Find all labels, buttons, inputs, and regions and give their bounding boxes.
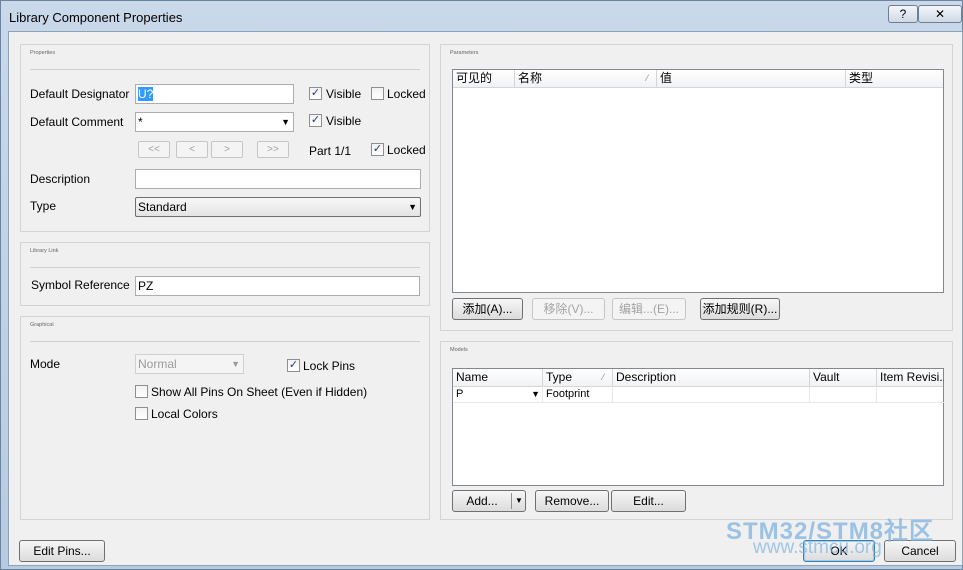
description-input[interactable]	[135, 169, 421, 189]
parameters-grid[interactable]: 可见的 名称 ⁄ 值 类型	[452, 69, 944, 293]
model-item-revision-cell	[877, 386, 944, 403]
add-rule-button[interactable]: 添加规则(R)...	[700, 298, 780, 320]
dialog-title: Library Component Properties	[9, 10, 183, 25]
designator-visible-label: Visible	[326, 87, 362, 101]
watermark-url: www.stmcu.org	[753, 537, 882, 558]
column-header-name-label: 名称	[518, 71, 543, 85]
default-designator-label: Default Designator	[30, 87, 130, 101]
remove-parameter-button[interactable]: 移除(V)...	[532, 298, 605, 320]
default-comment-combo[interactable]: * ▼	[135, 112, 294, 132]
part-locked-checkbox[interactable]: ✓	[371, 143, 384, 156]
parameters-group: Parameters 可见的 名称 ⁄ 值 类型 添加(A)... 移除(V)..…	[440, 44, 953, 331]
chevron-down-icon[interactable]: ▼	[531, 386, 540, 402]
close-button[interactable]: ✕	[918, 5, 962, 23]
local-colors-label: Local Colors	[151, 407, 218, 421]
designator-visible-checkbox[interactable]: ✓	[309, 87, 322, 100]
group-divider	[30, 267, 420, 268]
sort-icon: ⁄	[602, 372, 604, 382]
designator-locked-label: Locked	[387, 87, 426, 101]
column-header-visible[interactable]: 可见的	[453, 70, 515, 87]
close-icon: ✕	[934, 7, 946, 21]
dialog-client-area: Properties Default Designator U? ✓ Visib…	[8, 31, 963, 566]
models-group-title: Models	[450, 347, 468, 353]
local-colors-checkbox[interactable]	[135, 407, 148, 420]
comment-visible-checkbox[interactable]: ✓	[309, 114, 322, 127]
edit-model-button[interactable]: Edit...	[611, 490, 686, 512]
show-all-pins-checkbox[interactable]	[135, 385, 148, 398]
chevron-down-icon: ▼	[281, 117, 290, 127]
model-vault-cell	[810, 386, 877, 403]
column-header-value[interactable]: 值	[657, 70, 846, 87]
default-designator-input[interactable]: U?	[135, 84, 294, 104]
edit-parameter-button[interactable]: 编辑...(E)...	[612, 298, 686, 320]
type-select[interactable]: Standard ▼	[135, 197, 421, 217]
symbol-reference-input[interactable]: PZ	[135, 276, 420, 296]
models-grid-header: Name Type ⁄ Description Vault Item Revisi…	[453, 369, 944, 387]
column-header-type[interactable]: Type ⁄	[543, 369, 613, 386]
models-group: Models Name Type ⁄ Description Vault Item…	[440, 341, 953, 520]
model-type-cell: Footprint	[543, 386, 613, 403]
add-model-label: Add...	[466, 494, 498, 508]
mode-value: Normal	[138, 357, 177, 371]
description-label: Description	[30, 172, 91, 186]
properties-group: Properties Default Designator U? ✓ Visib…	[20, 44, 430, 232]
graphical-group-title: Graphical	[30, 322, 54, 328]
type-label: Type	[30, 199, 57, 213]
last-part-button[interactable]: >>	[257, 141, 289, 158]
type-value: Standard	[138, 200, 187, 214]
mode-label: Mode	[30, 357, 61, 371]
previous-part-button[interactable]: <	[176, 141, 208, 158]
chevron-down-icon: ▼	[408, 202, 417, 212]
symbol-reference-label: Symbol Reference	[31, 278, 130, 292]
column-header-name[interactable]: Name	[453, 369, 543, 386]
comment-value: *	[138, 115, 143, 129]
part-locked-label: Locked	[387, 143, 426, 157]
library-link-group-title: Library Link	[30, 248, 59, 254]
add-model-button[interactable]: Add... ▼	[452, 490, 526, 512]
column-header-name[interactable]: 名称 ⁄	[515, 70, 657, 87]
group-divider	[30, 69, 420, 70]
first-part-button[interactable]: <<	[138, 141, 170, 158]
show-all-pins-label: Show All Pins On Sheet (Even if Hidden)	[151, 385, 368, 399]
designator-value: U?	[138, 87, 154, 101]
remove-model-button[interactable]: Remove...	[535, 490, 609, 512]
properties-group-title: Properties	[30, 50, 56, 56]
chevron-down-icon: ▼	[231, 359, 240, 369]
designator-locked-checkbox[interactable]	[371, 87, 384, 100]
dropdown-arrow-icon[interactable]: ▼	[511, 493, 526, 509]
model-name-value: P	[456, 388, 464, 400]
column-header-vault[interactable]: Vault	[810, 369, 877, 386]
column-header-type[interactable]: 类型	[846, 70, 944, 87]
parameters-grid-header: 可见的 名称 ⁄ 值 类型	[453, 70, 943, 88]
edit-pins-button[interactable]: Edit Pins...	[19, 540, 105, 562]
model-description-cell	[613, 386, 810, 403]
model-name-cell[interactable]: P ▼	[453, 386, 543, 403]
comment-visible-label: Visible	[326, 114, 362, 128]
parameters-group-title: Parameters	[450, 50, 479, 56]
library-component-properties-dialog: Library Component Properties ? ✕ Propert…	[0, 0, 963, 570]
models-grid[interactable]: Name Type ⁄ Description Vault Item Revisi…	[452, 368, 944, 486]
mode-select[interactable]: Normal ▼	[135, 354, 244, 374]
help-button[interactable]: ?	[888, 5, 918, 23]
lock-pins-label: Lock Pins	[303, 359, 356, 373]
column-header-item-revision[interactable]: Item Revisi...	[877, 369, 944, 386]
library-link-group: Library Link Symbol Reference PZ	[20, 242, 430, 306]
column-header-type-label: Type	[546, 370, 573, 384]
graphical-group: Graphical Mode Normal ▼ ✓ Lock Pins Show …	[20, 316, 430, 520]
lock-pins-checkbox[interactable]: ✓	[287, 359, 300, 372]
part-indicator: Part 1/1	[309, 144, 352, 158]
sort-icon: ⁄	[646, 73, 648, 83]
column-header-description[interactable]: Description	[613, 369, 810, 386]
add-parameter-button[interactable]: 添加(A)...	[452, 298, 523, 320]
default-comment-label: Default Comment	[30, 115, 124, 129]
next-part-button[interactable]: >	[211, 141, 243, 158]
group-divider	[30, 341, 420, 342]
